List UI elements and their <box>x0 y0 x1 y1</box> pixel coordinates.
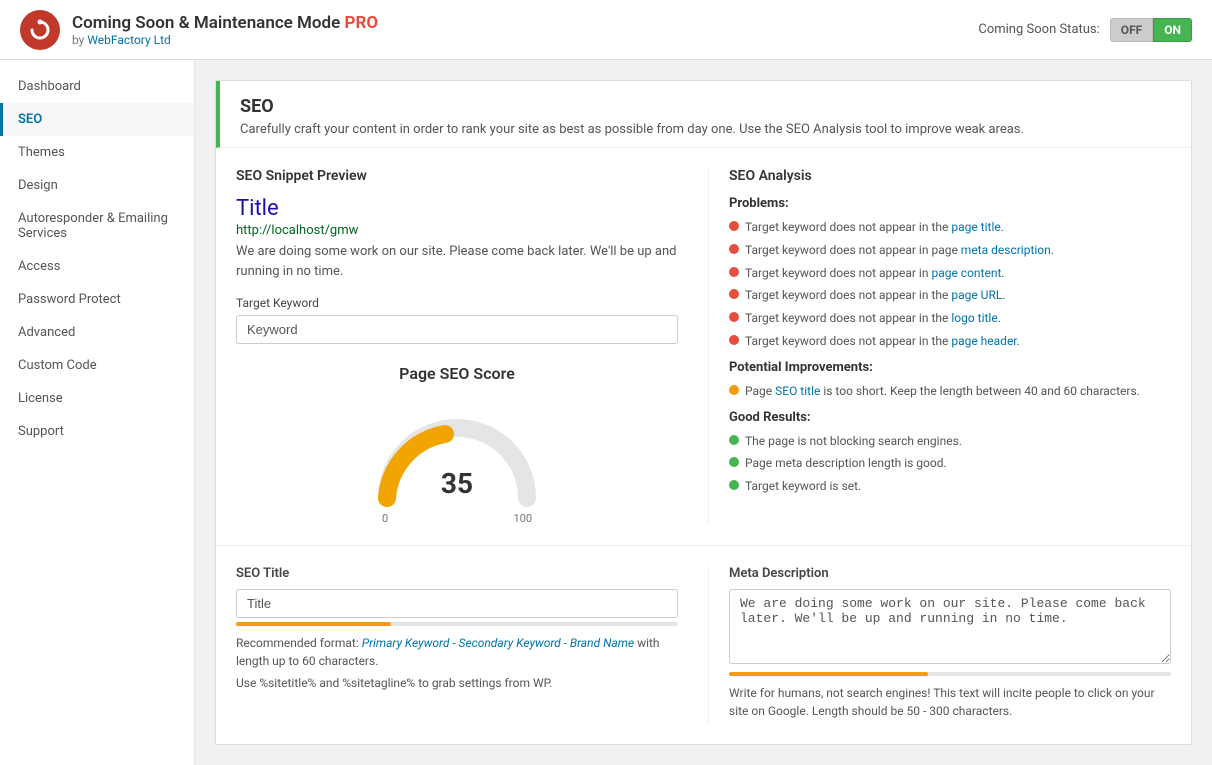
orange-dot <box>729 385 739 395</box>
bottom-two-columns: SEO Title Recommended format: Primary Ke… <box>216 546 1191 744</box>
meta-description-input[interactable] <box>729 589 1171 664</box>
seo-analysis-column: SEO Analysis Problems: Target keyword do… <box>708 168 1171 525</box>
page-title-link[interactable]: page title <box>951 220 1000 234</box>
red-dot <box>729 335 739 345</box>
meta-description-progress-bar-fill <box>729 672 928 676</box>
good-results-label: Good Results: <box>729 410 1171 425</box>
meta-description-hint: Write for humans, not search engines! Th… <box>729 684 1171 720</box>
header-left: Coming Soon & Maintenance Mode PRO by We… <box>20 10 378 50</box>
sidebar: Dashboard SEO Themes Design Autoresponde… <box>0 60 195 765</box>
meta-description-label: Meta Description <box>729 566 1171 581</box>
improvements-label: Potential Improvements: <box>729 360 1171 375</box>
red-dot <box>729 312 739 322</box>
seo-title-progress-bar-bg <box>236 622 678 626</box>
improvement-item-1: Page SEO title is too short. Keep the le… <box>729 383 1171 400</box>
page-title: SEO <box>240 96 1171 117</box>
coming-soon-status-label: Coming Soon Status: <box>978 22 1099 37</box>
sidebar-item-seo[interactable]: SEO <box>0 103 194 136</box>
sidebar-item-access[interactable]: Access <box>0 250 194 283</box>
header-subtitle: by WebFactory Ltd <box>72 33 378 47</box>
snippet-column: SEO Snippet Preview Title http://localho… <box>236 168 708 525</box>
seo-title-progress-bar-fill <box>236 622 391 626</box>
gauge-title: Page SEO Score <box>236 364 678 383</box>
meta-description-progress-bar-bg <box>729 672 1171 676</box>
problem-item-4: Target keyword does not appear in the pa… <box>729 287 1171 304</box>
seo-title-input[interactable] <box>236 589 678 618</box>
red-dot <box>729 244 739 254</box>
meta-description-column: Meta Description Write for humans, not s… <box>708 566 1171 724</box>
page-content-link[interactable]: page content <box>931 266 1001 280</box>
target-keyword-label: Target Keyword <box>236 296 678 310</box>
sidebar-item-support[interactable]: Support <box>0 415 194 448</box>
seo-title-link[interactable]: SEO title <box>775 384 820 398</box>
logo-icon <box>20 10 60 50</box>
problem-item-5: Target keyword does not appear in the lo… <box>729 310 1171 327</box>
seo-title-hint1: Recommended format: Primary Keyword - Se… <box>236 634 678 670</box>
sidebar-item-autoresponder[interactable]: Autoresponder & Emailing Services <box>0 202 194 250</box>
top-two-columns: SEO Snippet Preview Title http://localho… <box>216 148 1191 546</box>
good-item-2: Page meta description length is good. <box>729 455 1171 472</box>
snippet-url: http://localhost/gmw <box>236 223 678 238</box>
sidebar-item-design[interactable]: Design <box>0 169 194 202</box>
green-dot <box>729 457 739 467</box>
good-item-1: The page is not blocking search engines. <box>729 433 1171 450</box>
snippet-description: We are doing some work on our site. Plea… <box>236 242 678 281</box>
svg-text:35: 35 <box>441 467 473 500</box>
page-header-link[interactable]: page header <box>951 334 1016 348</box>
green-dot <box>729 480 739 490</box>
problems-label: Problems: <box>729 196 1171 211</box>
green-dot <box>729 435 739 445</box>
seo-analysis-title: SEO Analysis <box>729 168 1171 184</box>
sidebar-item-password-protect[interactable]: Password Protect <box>0 283 194 316</box>
header: Coming Soon & Maintenance Mode PRO by We… <box>0 0 1212 60</box>
webfactory-link[interactable]: WebFactory Ltd <box>87 33 170 47</box>
sidebar-item-themes[interactable]: Themes <box>0 136 194 169</box>
content-card: SEO Carefully craft your content in orde… <box>215 80 1192 745</box>
target-keyword-input[interactable] <box>236 315 678 344</box>
red-dot <box>729 267 739 277</box>
page-url-link[interactable]: page URL <box>951 288 1002 302</box>
problem-item-2: Target keyword does not appear in page m… <box>729 242 1171 259</box>
problem-item-3: Target keyword does not appear in page c… <box>729 265 1171 282</box>
toggle-off-button[interactable]: OFF <box>1110 18 1153 42</box>
red-dot <box>729 289 739 299</box>
problem-item-6: Target keyword does not appear in the pa… <box>729 333 1171 350</box>
meta-description-link[interactable]: meta description <box>961 243 1051 257</box>
snippet-title: Title <box>236 196 678 221</box>
header-title: Coming Soon & Maintenance Mode PRO <box>72 13 378 33</box>
seo-title-label: SEO Title <box>236 566 678 581</box>
gauge-labels: 0 100 <box>382 512 532 525</box>
main-content: SEO Carefully craft your content in orde… <box>195 60 1212 765</box>
red-dot <box>729 221 739 231</box>
seo-score-gauge: Page SEO Score 35 0 100 <box>236 364 678 525</box>
sidebar-item-license[interactable]: License <box>0 382 194 415</box>
page-description: Carefully craft your content in order to… <box>240 122 1171 137</box>
sidebar-item-dashboard[interactable]: Dashboard <box>0 70 194 103</box>
toggle-on-button[interactable]: ON <box>1153 18 1192 42</box>
gauge-svg: 35 <box>367 398 547 508</box>
coming-soon-toggle[interactable]: OFF ON <box>1110 18 1192 42</box>
header-title-block: Coming Soon & Maintenance Mode PRO by We… <box>72 13 378 47</box>
seo-title-column: SEO Title Recommended format: Primary Ke… <box>236 566 708 724</box>
problem-item-1: Target keyword does not appear in the pa… <box>729 219 1171 236</box>
sidebar-item-advanced[interactable]: Advanced <box>0 316 194 349</box>
sidebar-item-custom-code[interactable]: Custom Code <box>0 349 194 382</box>
seo-title-hint2: Use %sitetitle% and %sitetagline% to gra… <box>236 674 678 692</box>
layout: Dashboard SEO Themes Design Autoresponde… <box>0 60 1212 765</box>
snippet-preview-title: SEO Snippet Preview <box>236 168 678 184</box>
header-right: Coming Soon Status: OFF ON <box>978 18 1192 42</box>
content-header: SEO Carefully craft your content in orde… <box>216 81 1191 148</box>
logo-title-link[interactable]: logo title <box>951 311 997 325</box>
good-item-3: Target keyword is set. <box>729 478 1171 495</box>
